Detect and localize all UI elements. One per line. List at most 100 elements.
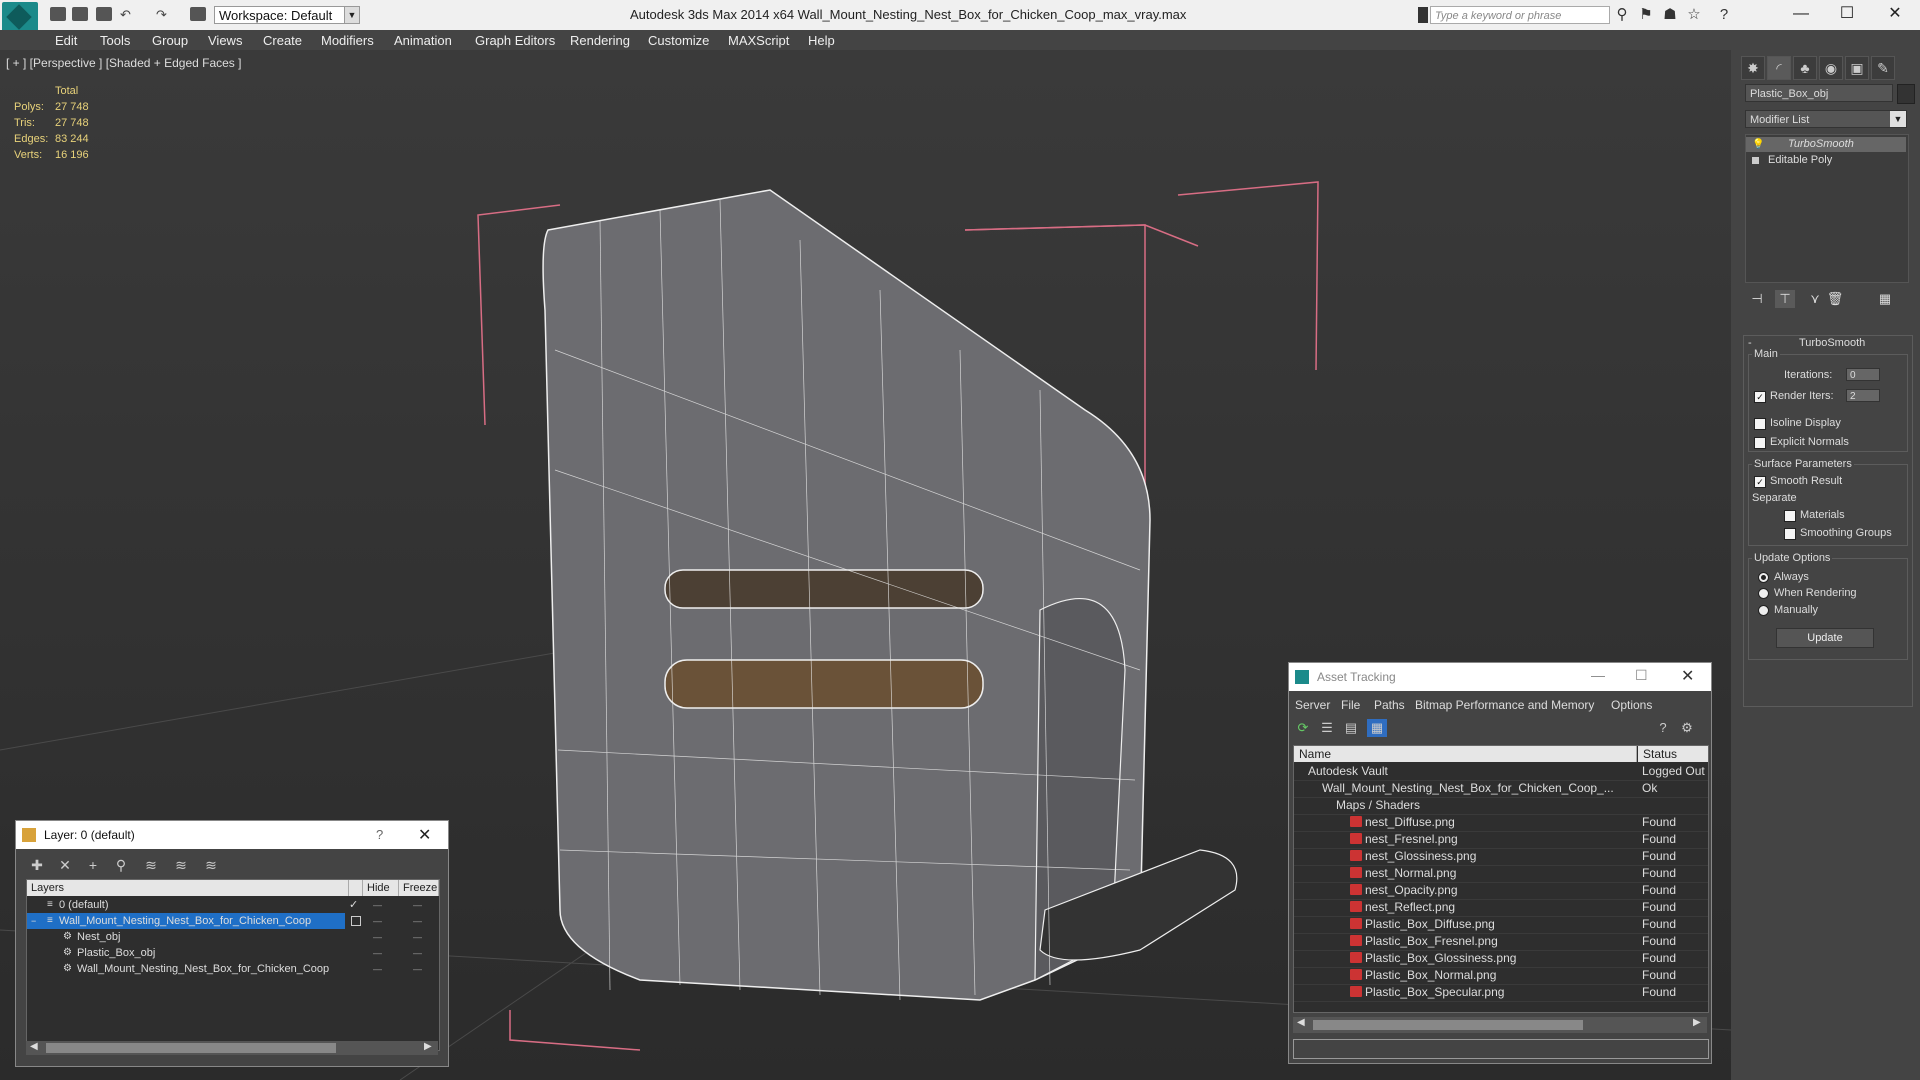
asset-menu-server[interactable]: Server [1295,698,1330,712]
scroll-right-icon[interactable]: ▶ [424,1041,432,1052]
scroll-thumb[interactable] [46,1043,336,1053]
asset-horizontal-scrollbar[interactable]: ◀ ▶ [1293,1017,1707,1033]
smoothing-groups-checkbox[interactable] [1784,528,1796,540]
menu-views[interactable]: Views [208,33,242,48]
open-file-icon[interactable] [72,7,88,21]
asset-row[interactable]: Plastic_Box_Normal.png Found [1294,967,1708,985]
project-folder-icon[interactable] [190,7,206,21]
save-file-icon[interactable] [96,7,112,21]
configure-modifier-sets-icon[interactable]: ▦ [1875,290,1895,308]
layer-window-titlebar[interactable]: Layer: 0 (default) ? ✕ [16,821,448,849]
asset-row[interactable]: Plastic_Box_Diffuse.png Found [1294,916,1708,934]
scroll-right-icon[interactable]: ▶ [1693,1017,1701,1028]
asset-row[interactable]: nest_Reflect.png Found [1294,899,1708,917]
freeze-toggle[interactable]: — [413,916,422,926]
iterations-spinner[interactable]: 0 [1846,368,1880,381]
collapse-minus-icon[interactable]: − [31,913,36,929]
asset-row[interactable]: nest_Diffuse.png Found [1294,814,1708,832]
hide-toggle[interactable]: — [373,916,382,926]
object-color-swatch[interactable] [1897,84,1915,104]
isoline-display-checkbox[interactable] [1754,418,1766,430]
workspace-expand-button[interactable]: ▼ [344,6,360,24]
help-icon[interactable]: ? [1716,7,1732,23]
create-tab-icon[interactable]: ✸ [1741,56,1765,80]
asset-row[interactable]: nest_Opacity.png Found [1294,882,1708,900]
make-unique-icon[interactable]: ⋎ [1805,290,1825,308]
asset-menu-bitmap-performance[interactable]: Bitmap Performance and Memory [1415,698,1594,712]
hide-toggle[interactable]: — [373,961,382,977]
account-icon[interactable]: ☗ [1662,7,1678,23]
show-end-result-icon[interactable]: ⊤ [1775,290,1795,308]
minimize-button[interactable]: — [1778,2,1824,26]
menu-customize[interactable]: Customize [648,33,709,48]
column-header-status[interactable]: Status [1638,746,1708,762]
stack-item-turbosmooth[interactable]: 💡 TurboSmooth [1746,137,1906,152]
asset-row[interactable]: Plastic_Box_Specular.png Found [1294,984,1708,1002]
update-button[interactable]: Update [1776,628,1874,648]
display-tab-icon[interactable]: ▣ [1845,56,1869,80]
scroll-thumb[interactable] [1313,1020,1583,1030]
hide-toggle[interactable]: — [373,897,382,913]
modifier-list-dropdown[interactable]: Modifier List ▼ [1745,110,1907,128]
column-header-hide[interactable]: Hide [363,880,399,896]
modify-tab-icon[interactable]: ◜ [1767,56,1791,80]
freeze-toggle[interactable]: — [413,897,422,913]
hierarchy-tab-icon[interactable]: ♣ [1793,56,1817,80]
menu-modifiers[interactable]: Modifiers [321,33,374,48]
menu-tools[interactable]: Tools [100,33,130,48]
menu-graph-editors[interactable]: Graph Editors [475,33,555,48]
asset-row[interactable]: Autodesk Vault Logged Out [1294,763,1708,781]
materials-checkbox[interactable] [1784,510,1796,522]
column-header-layers[interactable]: Layers [27,880,349,896]
thumbnail-view-icon[interactable]: ▤ [1341,719,1361,737]
binoculars-icon[interactable]: ⚲ [1614,7,1630,23]
table-view-icon[interactable]: ▦ [1367,719,1387,737]
asset-menu-paths[interactable]: Paths [1374,698,1405,712]
freeze-toggle[interactable]: — [413,961,422,977]
add-to-layer-icon[interactable]: + [82,855,104,875]
close-button[interactable]: ✕ [1872,2,1918,26]
highlight-layer-icon[interactable]: ≋ [140,855,162,875]
asset-tracking-titlebar[interactable]: Asset Tracking — ☐ ✕ [1289,663,1711,691]
asset-row[interactable]: Plastic_Box_Fresnel.png Found [1294,933,1708,951]
menu-help[interactable]: Help [808,33,835,48]
render-iters-checkbox[interactable]: ✓ [1754,391,1766,403]
close-icon[interactable]: ✕ [1681,666,1694,686]
search-input[interactable]: Type a keyword or phrase [1430,6,1610,24]
list-view-icon[interactable]: ☰ [1317,719,1337,737]
hide-all-layers-icon[interactable]: ≋ [170,855,192,875]
menu-rendering[interactable]: Rendering [570,33,630,48]
asset-row[interactable]: nest_Fresnel.png Found [1294,831,1708,849]
scroll-left-icon[interactable]: ◀ [1297,1017,1305,1028]
select-objects-icon[interactable]: ⚲ [110,855,132,875]
column-header-name[interactable]: Name [1294,746,1637,762]
scroll-left-icon[interactable]: ◀ [30,1041,38,1052]
utilities-tab-icon[interactable]: ✎ [1871,56,1895,80]
hide-toggle[interactable]: — [373,929,382,945]
undo-icon[interactable]: ↶ [120,7,136,22]
asset-row[interactable]: Maps / Shaders [1294,797,1708,815]
pin-stack-icon[interactable]: ⊣ [1747,290,1767,308]
asset-row[interactable]: nest_Glossiness.png Found [1294,848,1708,866]
redo-icon[interactable]: ↷ [156,7,172,22]
when-rendering-radio[interactable] [1758,588,1769,599]
motion-tab-icon[interactable]: ◉ [1819,56,1843,80]
create-layer-icon[interactable]: ✚ [26,855,48,875]
freeze-toggle[interactable]: — [413,945,422,961]
freeze-toggle[interactable]: — [413,929,422,945]
hide-toggle[interactable]: — [373,945,382,961]
smooth-result-checkbox[interactable]: ✓ [1754,476,1766,488]
lightbulb-icon[interactable]: 💡 [1752,137,1764,152]
always-radio[interactable] [1758,572,1769,583]
asset-menu-options[interactable]: Options [1611,698,1652,712]
layer-row[interactable]: ≡ 0 (default) ✓ — — [27,897,437,913]
stack-item-editable-poly[interactable]: Editable Poly [1746,153,1906,168]
render-iters-spinner[interactable]: 2 [1846,389,1880,402]
help-icon[interactable]: ? [1653,719,1673,737]
new-file-icon[interactable] [50,7,66,21]
remove-modifier-icon[interactable]: 🗑 [1825,290,1845,308]
settings-help-icon[interactable]: ⚙ [1677,719,1697,737]
delete-layer-icon[interactable]: ✕ [54,855,76,875]
menu-group[interactable]: Group [152,33,188,48]
favorites-star-icon[interactable]: ☆ [1686,7,1702,23]
